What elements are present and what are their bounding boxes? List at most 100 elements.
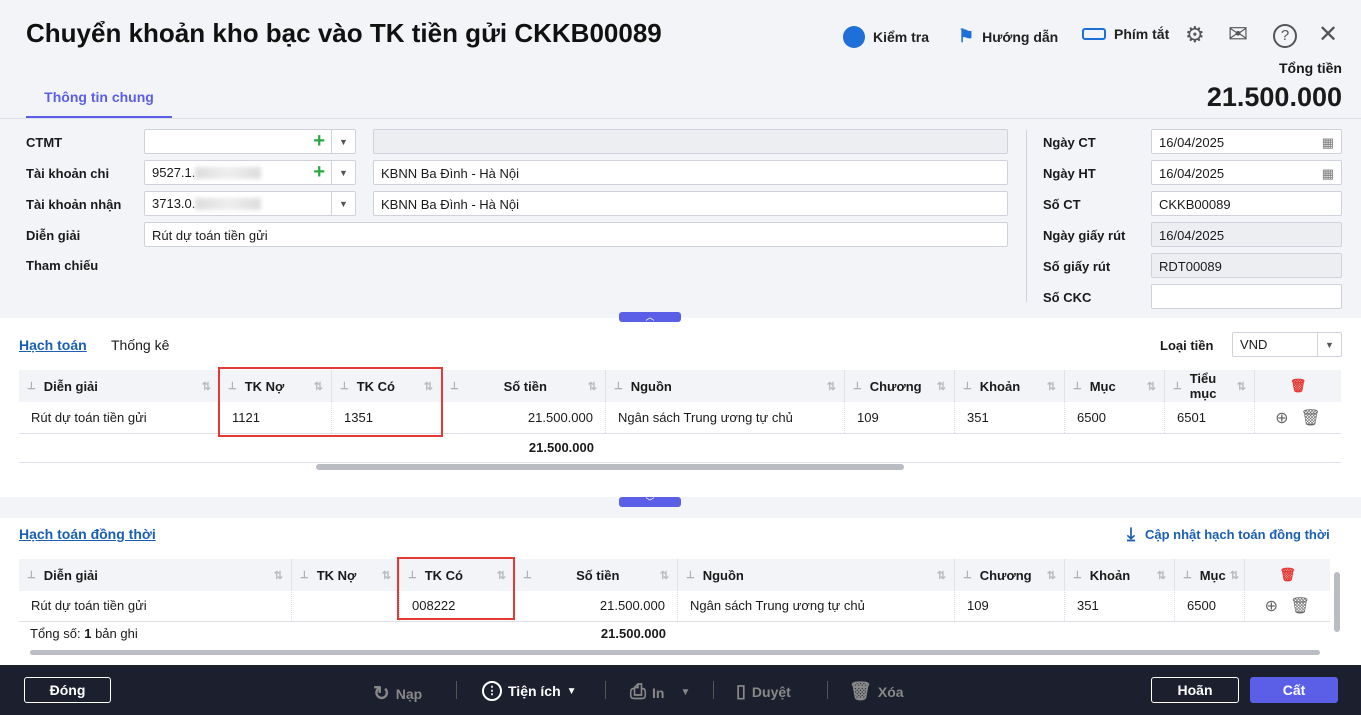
page-title: Chuyển khoản kho bạc vào TK tiền gửi CKK… (26, 18, 662, 48)
chevron-down-icon[interactable]: ▼ (331, 161, 355, 184)
sort-icon: ⇅ (936, 569, 946, 582)
column-header[interactable]: ⊥ Chương ⇅ (845, 370, 955, 402)
trash-icon: 🗑 (1300, 409, 1321, 427)
delete-all-icon[interactable]: 🗑 (1245, 559, 1330, 591)
delete-all-icon[interactable]: 🗑 (1255, 370, 1341, 402)
caret-down-icon: ▼ (566, 685, 577, 697)
column-header[interactable]: ⊥ Diễn giải ⇅ (19, 559, 292, 591)
pin-icon: ⊥ (27, 569, 36, 581)
tab-general-info[interactable]: Thông tin chung (26, 88, 172, 118)
horizontal-scrollbar[interactable] (30, 650, 1320, 655)
column-header[interactable]: ⊥ Nguồn ⇅ (678, 559, 955, 591)
cancel-button[interactable]: Hoãn (1151, 677, 1239, 703)
table-cell[interactable]: 21.500.000 (515, 590, 678, 621)
right-field-input: 16/04/2025 (1151, 222, 1342, 247)
column-header[interactable]: ⊥ Chương ⇅ (955, 559, 1065, 591)
table-cell[interactable]: 109 (955, 590, 1065, 621)
record-count: Tổng số: 1 bản ghi (30, 626, 138, 641)
dien-giai-field[interactable]: Rút dự toán tiền gửi (144, 222, 1008, 247)
close-icon[interactable]: ✕ (1318, 20, 1338, 49)
reload-button[interactable]: ↻ Nạp (373, 681, 422, 706)
shortcuts-button[interactable]: Phím tắt (1082, 26, 1169, 42)
column-header[interactable]: ⊥ Khoản ⇅ (1065, 559, 1175, 591)
pin-icon: ⊥ (523, 569, 532, 581)
table-cell[interactable]: 351 (955, 402, 1065, 433)
tk-nhan-desc[interactable]: KBNN Ba Đình - Hà Nội (373, 191, 1008, 216)
close-button[interactable]: Đóng (24, 677, 111, 703)
guide-button[interactable]: ⚑ Hướng dẫn (958, 26, 1058, 47)
calendar-icon[interactable]: ▦ (1322, 135, 1334, 150)
tk-nhan-label: Tài khoản nhận (26, 197, 122, 212)
row-actions[interactable]: ⊕ 🗑 (1245, 590, 1330, 621)
table-cell[interactable]: 6500 (1175, 590, 1245, 621)
help-icon[interactable]: ? (1273, 24, 1297, 48)
pin-icon: ⊥ (1073, 569, 1082, 581)
right-field-input[interactable]: 16/04/2025 ▦ (1151, 129, 1342, 154)
sort-icon: ⇅ (201, 380, 211, 393)
tab-thong-ke[interactable]: Thống kê (111, 337, 169, 353)
chevron-down-icon[interactable]: ▼ (331, 130, 355, 153)
save-button[interactable]: Cất (1250, 677, 1338, 703)
table-cell[interactable]: 351 (1065, 590, 1175, 621)
sort-icon: ⇅ (1046, 569, 1056, 582)
vertical-scrollbar[interactable] (1334, 572, 1340, 632)
column-header[interactable]: ⊥ Nguồn ⇅ (606, 370, 845, 402)
gear-icon[interactable]: ⚙ (1185, 22, 1205, 48)
table-cell[interactable]: Rút dự toán tiền gửi (19, 590, 292, 621)
pin-icon: ⊥ (853, 380, 862, 392)
table-cell[interactable]: 109 (845, 402, 955, 433)
tab-hach-toan[interactable]: Hạch toán (19, 337, 87, 353)
sort-icon: ⇅ (1236, 380, 1246, 393)
currency-select[interactable]: VND ▼ (1232, 332, 1342, 357)
column-header[interactable]: ⊥ Khoản ⇅ (955, 370, 1065, 402)
refresh-icon: ↻ (373, 683, 390, 705)
calendar-icon[interactable]: ▦ (1322, 166, 1334, 181)
row-actions[interactable]: ⊕ 🗑 (1255, 402, 1341, 433)
concurrent-title[interactable]: Hạch toán đồng thời (19, 526, 156, 542)
document-icon: ▯ (736, 681, 746, 701)
column-header[interactable]: ⊥ TK Nợ ⇅ (292, 559, 400, 591)
add-icon[interactable]: + (313, 161, 325, 184)
sort-icon: ⇅ (381, 569, 391, 582)
mail-icon[interactable]: ✉ (1228, 20, 1248, 49)
collapse-down-button[interactable]: ﹀ (619, 497, 681, 507)
utilities-button[interactable]: ⋮ Tiện ích ▼ (482, 681, 577, 701)
print-button[interactable]: ⎙ In ▼ (630, 681, 690, 704)
tk-chi-field[interactable]: 9527.1. + ▼ (144, 160, 356, 185)
right-field-input[interactable]: 16/04/2025 ▦ (1151, 160, 1342, 185)
right-field-label: Số CT (1043, 197, 1081, 212)
horizontal-scrollbar[interactable] (316, 464, 904, 470)
chevron-down-icon[interactable]: ▼ (331, 192, 355, 215)
ctmt-label: CTMT (26, 135, 63, 150)
right-field-input[interactable] (1151, 284, 1342, 309)
ctmt-field[interactable]: + ▼ (144, 129, 356, 154)
table-cell[interactable]: 6501 (1165, 402, 1255, 433)
right-field-input[interactable]: CKKB00089 (1151, 191, 1342, 216)
update-concurrent-button[interactable]: ⤓ Cập nhật hạch toán đồng thời (1127, 524, 1330, 545)
column-header[interactable]: ⊥ Số tiền ⇅ (442, 370, 606, 402)
table-cell[interactable]: 21.500.000 (442, 402, 606, 433)
right-field-label: Số CKC (1043, 290, 1092, 305)
column-header[interactable]: ⊥ Diễn giải ⇅ (19, 370, 220, 402)
info-icon: ⋮ (482, 681, 502, 701)
right-field-label: Ngày HT (1043, 166, 1096, 181)
table-cell[interactable]: Ngân sách Trung ương tự chủ (678, 590, 955, 621)
column-header[interactable]: ⊥ Tiểu mục ⇅ (1165, 370, 1255, 402)
delete-button[interactable]: 🗑 Xóa (849, 681, 904, 702)
table-cell[interactable]: 6500 (1065, 402, 1165, 433)
add-icon[interactable]: + (313, 130, 325, 153)
dien-giai-label: Diễn giải (26, 228, 81, 243)
robot-check-icon (843, 26, 865, 48)
column-header[interactable]: ⊥ Số tiền ⇅ (515, 559, 678, 591)
table-cell[interactable]: Rút dự toán tiền gửi (19, 402, 220, 433)
table-cell[interactable] (292, 590, 400, 621)
currency-label: Loại tiền (1160, 338, 1214, 353)
check-button[interactable]: Kiểm tra (843, 26, 929, 48)
approve-button[interactable]: ▯ Duyệt (736, 681, 791, 702)
tk-chi-desc[interactable]: KBNN Ba Đình - Hà Nội (373, 160, 1008, 185)
column-header[interactable]: ⊥ Mục ⇅ (1065, 370, 1165, 402)
table-cell[interactable]: Ngân sách Trung ương tự chủ (606, 402, 845, 433)
collapse-up-button[interactable]: ︿ (619, 312, 681, 322)
column-header[interactable]: ⊥ Mục ⇅ (1175, 559, 1245, 591)
tk-nhan-field[interactable]: 3713.0. ▼ (144, 191, 356, 216)
